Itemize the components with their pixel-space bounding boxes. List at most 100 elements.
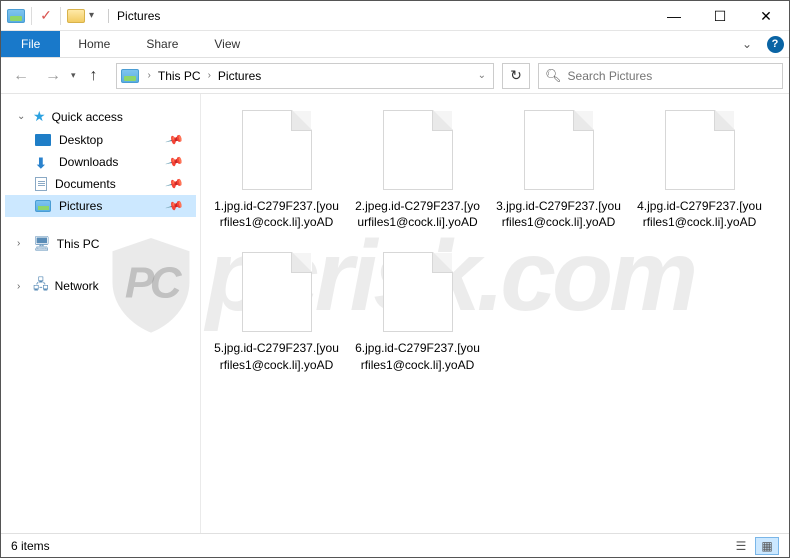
sidebar-header-label: Network [55, 279, 99, 293]
sidebar-item-downloads[interactable]: ⬇ Downloads 📌 [5, 151, 196, 173]
documents-icon [35, 177, 47, 191]
file-icon [242, 252, 312, 332]
body: ⌄ ★ Quick access Desktop 📌 ⬇ Downloads 📌… [1, 94, 789, 533]
computer-icon: 🖥 [33, 235, 51, 252]
recent-locations-button[interactable]: ▾ [71, 70, 76, 81]
chevron-right-icon: › [17, 281, 27, 292]
search-input[interactable] [568, 69, 776, 83]
chevron-right-icon: › [17, 238, 27, 249]
file-list[interactable]: 1.jpg.id-C279F237.[yourfiles1@cock.li].y… [201, 94, 789, 533]
file-name-label: 1.jpg.id-C279F237.[yourfiles1@cock.li].y… [213, 198, 340, 230]
ribbon-expand-button[interactable]: ⌄ [733, 31, 761, 57]
thumbnails-view-button[interactable]: ▦ [755, 537, 779, 555]
maximize-icon: ☐ [714, 8, 727, 25]
sidebar-item-label: Pictures [59, 199, 102, 213]
sidebar-item-documents[interactable]: Documents 📌 [5, 173, 196, 195]
breadcrumb-part[interactable]: Pictures [214, 69, 265, 83]
file-icon [383, 252, 453, 332]
details-view-button[interactable]: ☰ [729, 537, 753, 555]
title-text: Pictures [108, 9, 160, 23]
thumbnails-icon: ▦ [761, 539, 772, 553]
close-button[interactable]: ✕ [743, 1, 789, 31]
separator [60, 7, 61, 25]
file-item[interactable]: 2.jpeg.id-C279F237.[yourfiles1@cock.li].… [350, 104, 485, 236]
address-bar[interactable]: › This PC › Pictures ⌄ [116, 63, 494, 89]
chevron-right-icon[interactable]: › [205, 70, 214, 81]
navigation-pane: ⌄ ★ Quick access Desktop 📌 ⬇ Downloads 📌… [1, 94, 201, 533]
file-menu[interactable]: File [1, 31, 60, 57]
location-icon [121, 69, 139, 83]
file-name-label: 6.jpg.id-C279F237.[yourfiles1@cock.li].y… [354, 340, 481, 372]
chevron-down-icon: ▾ [71, 70, 76, 80]
search-box[interactable]: 🔍︎ [538, 63, 783, 89]
up-button[interactable]: ↑ [80, 62, 108, 90]
navigation-bar: ← → ▾ ↑ › This PC › Pictures ⌄ ↻ 🔍︎ [1, 58, 789, 94]
file-icon [665, 110, 735, 190]
maximize-button[interactable]: ☐ [697, 1, 743, 31]
pin-icon: 📌 [165, 196, 185, 216]
breadcrumb-part[interactable]: This PC [154, 69, 205, 83]
window-controls: — ☐ ✕ [651, 1, 789, 31]
sidebar-item-label: Downloads [59, 155, 118, 169]
pin-icon: 📌 [165, 174, 185, 194]
sidebar-this-pc[interactable]: › 🖥 This PC [5, 231, 196, 256]
item-count: 6 items [11, 539, 50, 553]
sidebar-item-desktop[interactable]: Desktop 📌 [5, 129, 196, 151]
file-item[interactable]: 3.jpg.id-C279F237.[yourfiles1@cock.li].y… [491, 104, 626, 236]
tab-view[interactable]: View [196, 31, 258, 57]
network-icon: 🖧 [33, 274, 49, 298]
sidebar-header-label: This PC [57, 237, 100, 251]
file-name-label: 2.jpeg.id-C279F237.[yourfiles1@cock.li].… [354, 198, 481, 230]
help-icon: ? [767, 36, 784, 53]
file-icon [524, 110, 594, 190]
pin-icon: 📌 [165, 130, 185, 150]
address-dropdown[interactable]: ⌄ [475, 70, 489, 81]
chevron-down-icon: ⌄ [17, 111, 27, 122]
properties-button[interactable]: ✓ [38, 8, 54, 24]
file-item[interactable]: 1.jpg.id-C279F237.[yourfiles1@cock.li].y… [209, 104, 344, 236]
pictures-icon [35, 200, 51, 212]
refresh-button[interactable]: ↻ [502, 63, 530, 89]
desktop-icon [35, 134, 51, 146]
qat-dropdown[interactable]: ▾ [89, 10, 94, 21]
help-button[interactable]: ? [761, 31, 789, 57]
titlebar: ✓ ▾ Pictures — ☐ ✕ [1, 1, 789, 31]
pin-icon: 📌 [165, 152, 185, 172]
new-folder-button[interactable] [67, 9, 85, 23]
tab-home[interactable]: Home [60, 31, 128, 57]
arrow-right-icon: → [45, 67, 61, 85]
search-icon: 🔍︎ [545, 68, 562, 84]
file-icon [383, 110, 453, 190]
sidebar-network[interactable]: › 🖧 Network [5, 270, 196, 302]
forward-button[interactable]: → [39, 62, 67, 90]
quick-access-toolbar: ✓ ▾ [1, 7, 100, 25]
sidebar-quick-access[interactable]: ⌄ ★ Quick access [5, 104, 196, 129]
file-name-label: 3.jpg.id-C279F237.[yourfiles1@cock.li].y… [495, 198, 622, 230]
details-icon: ☰ [736, 539, 747, 553]
app-icon [7, 9, 25, 23]
file-name-label: 4.jpg.id-C279F237.[yourfiles1@cock.li].y… [636, 198, 763, 230]
sidebar-item-label: Documents [55, 177, 116, 191]
ribbon: File Home Share View ⌄ ? [1, 31, 789, 58]
status-bar: 6 items ☰ ▦ [1, 533, 789, 557]
arrow-left-icon: ← [13, 67, 29, 85]
minimize-button[interactable]: — [651, 1, 697, 31]
separator [31, 7, 32, 25]
sidebar-item-label: Desktop [59, 133, 103, 147]
close-icon: ✕ [760, 8, 772, 25]
file-item[interactable]: 6.jpg.id-C279F237.[yourfiles1@cock.li].y… [350, 246, 485, 378]
refresh-icon: ↻ [510, 67, 522, 84]
minimize-icon: — [667, 8, 681, 24]
chevron-down-icon: ⌄ [742, 37, 752, 51]
star-icon: ★ [33, 108, 46, 125]
sidebar-header-label: Quick access [52, 110, 123, 124]
file-icon [242, 110, 312, 190]
file-item[interactable]: 4.jpg.id-C279F237.[yourfiles1@cock.li].y… [632, 104, 767, 236]
arrow-up-icon: ↑ [90, 67, 98, 85]
downloads-icon: ⬇ [35, 155, 51, 169]
tab-share[interactable]: Share [128, 31, 196, 57]
chevron-right-icon[interactable]: › [145, 70, 154, 81]
back-button[interactable]: ← [7, 62, 35, 90]
file-item[interactable]: 5.jpg.id-C279F237.[yourfiles1@cock.li].y… [209, 246, 344, 378]
sidebar-item-pictures[interactable]: Pictures 📌 [5, 195, 196, 217]
